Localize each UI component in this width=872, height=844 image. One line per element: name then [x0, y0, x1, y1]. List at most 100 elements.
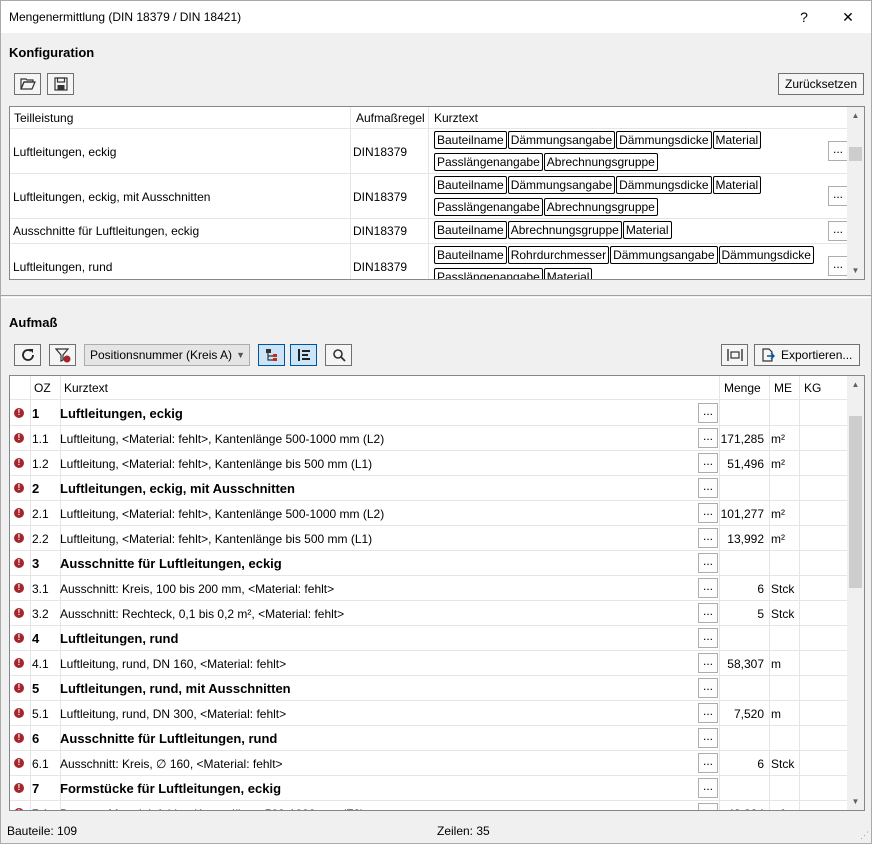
row-details-button[interactable]: ... [698, 778, 718, 798]
tag-item[interactable]: Dämmungsdicke [616, 131, 712, 149]
refresh-button[interactable] [14, 344, 41, 366]
row-details-button[interactable]: ... [698, 653, 718, 673]
tag-item[interactable]: Abrechnungsgruppe [543, 198, 658, 216]
group-row[interactable]: ! 4 Luftleitungen, rund... [10, 626, 848, 651]
header-menge[interactable]: Menge [724, 381, 761, 395]
reset-button[interactable]: Zurücksetzen [778, 73, 865, 95]
header-aufmassregel[interactable]: Aufmaßregel [356, 111, 425, 125]
resize-grip-icon[interactable]: ⋰ [860, 830, 869, 841]
edit-tags-button[interactable]: ... [828, 186, 848, 206]
table-row[interactable]: ! 1.1 Luftleitung, <Material: fehlt>, Kant… [10, 426, 848, 451]
tag-item[interactable]: Dämmungsangabe [610, 246, 718, 264]
header-me[interactable]: ME [774, 381, 792, 395]
row-details-button[interactable]: ... [698, 728, 718, 748]
row-details-button[interactable]: ... [698, 478, 718, 498]
group-toggle-button[interactable] [258, 344, 285, 366]
group-row[interactable]: ! 5 Luftleitungen, rund, mit Ausschnitten.… [10, 676, 848, 701]
row-details-button[interactable]: ... [698, 403, 718, 423]
tag-item[interactable]: Material [543, 268, 593, 279]
sort-select[interactable]: Positionsnummer (Kreis A) ▼ [84, 344, 250, 366]
table-row[interactable]: ! 4.1 Luftleitung, rund, DN 160, <Material… [10, 651, 848, 676]
row-kurztext: Luftleitungen, rund [60, 631, 179, 646]
table-row[interactable]: ! 7.1 Bogen, <Material: fehlt>, Kantenläng… [10, 801, 848, 810]
row-details-button[interactable]: ... [698, 678, 718, 698]
row-details-button[interactable]: ... [698, 428, 718, 448]
row-kurztext: Luftleitung, <Material: fehlt>, Kantenlä… [60, 507, 385, 521]
edit-tags-button[interactable]: ... [828, 141, 848, 161]
konfiguration-row[interactable]: Luftleitungen, eckig, mit Ausschnitten D… [10, 174, 848, 219]
hierarchy-icon [265, 349, 277, 361]
save-button[interactable] [47, 73, 74, 95]
export-button[interactable]: Exportieren... [754, 344, 860, 366]
tag-item[interactable]: Bauteilname [434, 131, 507, 149]
tag-item[interactable]: Bauteilname [434, 221, 507, 239]
group-row[interactable]: ! 6 Ausschnitte für Luftleitungen, rund... [10, 726, 848, 751]
scroll-down-icon[interactable]: ▼ [847, 262, 864, 279]
tag-item[interactable]: Passlängenangabe [434, 198, 543, 216]
aufmass-scrollbar[interactable]: ▲ ▼ [847, 376, 864, 810]
header-kg[interactable]: KG [804, 381, 821, 395]
tag-item[interactable]: Bauteilname [434, 246, 507, 264]
pane-splitter[interactable] [1, 295, 871, 298]
tag-item[interactable]: Dämmungsangabe [507, 131, 616, 149]
tag-item[interactable]: Abrechnungsgruppe [543, 153, 658, 171]
close-button[interactable]: ✕ [825, 1, 871, 33]
table-row[interactable]: ! 1.2 Luftleitung, <Material: fehlt>, Kant… [10, 451, 848, 476]
row-details-button[interactable]: ... [698, 628, 718, 648]
tag-item[interactable]: Abrechnungsgruppe [507, 221, 622, 239]
scroll-down-icon[interactable]: ▼ [847, 793, 864, 810]
scroll-thumb[interactable] [849, 147, 862, 161]
row-details-button[interactable]: ... [698, 528, 718, 548]
group-row[interactable]: ! 7 Formstücke für Luftleitungen, eckig... [10, 776, 848, 801]
chevron-down-icon: ▼ [236, 350, 245, 360]
group-row[interactable]: ! 1 Luftleitungen, eckig... [10, 401, 848, 426]
konfiguration-row[interactable]: Ausschnitte für Luftleitungen, eckig DIN… [10, 219, 848, 244]
search-button[interactable] [325, 344, 352, 366]
tag-item[interactable]: Passlängenangabe [434, 153, 543, 171]
tag-item[interactable]: Material [622, 221, 672, 239]
table-row[interactable]: ! 3.1 Ausschnitt: Kreis, 100 bis 200 mm, <… [10, 576, 848, 601]
tag-item[interactable]: Rohrdurchmesser [507, 246, 610, 264]
table-row[interactable]: ! 3.2 Ausschnitt: Rechteck, 0,1 bis 0,2 m²… [10, 601, 848, 626]
table-row[interactable]: ! 2.1 Luftleitung, <Material: fehlt>, Kant… [10, 501, 848, 526]
tag-item[interactable]: Dämmungsdicke [616, 176, 712, 194]
table-row[interactable]: ! 5.1 Luftleitung, rund, DN 300, <Material… [10, 701, 848, 726]
header-kurztext[interactable]: Kurztext [64, 381, 108, 395]
konfiguration-row[interactable]: Luftleitungen, eckig DIN18379 Bauteilnam… [10, 129, 848, 174]
edit-tags-button[interactable]: ... [828, 256, 848, 276]
tag-item[interactable]: Material [712, 176, 762, 194]
filter-button[interactable] [49, 344, 76, 366]
group-row[interactable]: ! 3 Ausschnitte für Luftleitungen, eckig..… [10, 551, 848, 576]
header-oz[interactable]: OZ [34, 381, 51, 395]
tag-item[interactable]: Material [712, 131, 762, 149]
table-row[interactable]: ! 6.1 Ausschnitt: Kreis, ∅ 160, <Material:… [10, 751, 848, 776]
row-details-button[interactable]: ... [698, 578, 718, 598]
row-details-button[interactable]: ... [698, 703, 718, 723]
tag-item[interactable]: Bauteilname [434, 176, 507, 194]
open-button[interactable] [14, 73, 41, 95]
scroll-up-icon[interactable]: ▲ [847, 107, 864, 124]
group-row[interactable]: ! 2 Luftleitungen, eckig, mit Ausschnitten… [10, 476, 848, 501]
row-details-button[interactable]: ... [698, 753, 718, 773]
header-teilleistung[interactable]: Teilleistung [14, 111, 73, 125]
table-row[interactable]: ! 2.2 Luftleitung, <Material: fehlt>, Kant… [10, 526, 848, 551]
tag-item[interactable]: Dämmungsdicke [718, 246, 814, 264]
header-kurztext[interactable]: Kurztext [434, 111, 478, 125]
row-details-button[interactable]: ... [698, 503, 718, 523]
konfiguration-scrollbar[interactable]: ▲ ▼ [847, 107, 864, 279]
filter-warning-icon [54, 348, 70, 363]
row-details-button[interactable]: ... [698, 603, 718, 623]
edit-tags-button[interactable]: ... [828, 221, 848, 241]
row-details-button[interactable]: ... [698, 803, 718, 810]
indent-toggle-button[interactable] [290, 344, 317, 366]
tag-item[interactable]: Passlängenangabe [434, 268, 543, 279]
fit-columns-button[interactable] [721, 344, 748, 366]
tag-item[interactable]: Dämmungsangabe [507, 176, 616, 194]
konfiguration-row[interactable]: Luftleitungen, rund DIN18379 Bauteilname… [10, 244, 848, 279]
row-details-button[interactable]: ... [698, 553, 718, 573]
scroll-thumb[interactable] [849, 416, 862, 588]
row-me: m² [771, 457, 785, 471]
row-details-button[interactable]: ... [698, 453, 718, 473]
help-button[interactable]: ? [781, 1, 827, 33]
scroll-up-icon[interactable]: ▲ [847, 376, 864, 393]
